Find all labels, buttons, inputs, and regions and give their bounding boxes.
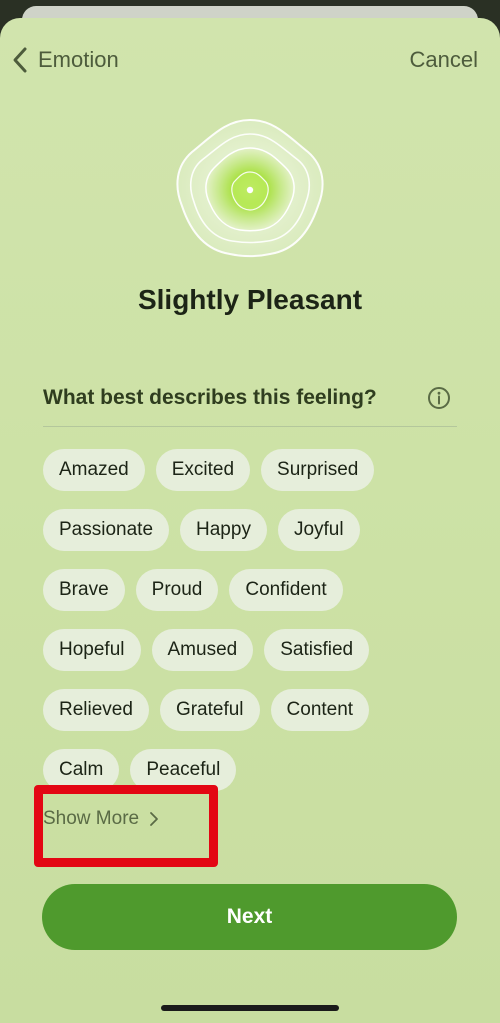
chip-calm[interactable]: Calm [43,749,120,791]
chip-content[interactable]: Content [270,689,370,731]
chevron-left-icon [13,47,27,73]
emotion-chip-group: Amazed Excited Surprised Passionate Happ… [43,449,463,809]
chip-amused[interactable]: Amused [151,629,254,671]
chip-satisfied[interactable]: Satisfied [264,629,370,671]
next-button[interactable]: Next [42,884,457,950]
chip-surprised[interactable]: Surprised [261,449,375,491]
emotion-sheet: Emotion Cancel Slightly Pleasant What be… [0,18,500,1023]
chip-grateful[interactable]: Grateful [159,689,260,731]
chip-row: Hopeful Amused Satisfied [43,629,463,671]
home-indicator [161,1005,339,1011]
chip-row: Passionate Happy Joyful [43,509,463,551]
navigation-bar: Emotion Cancel [0,40,500,80]
chip-confident[interactable]: Confident [229,569,343,611]
chip-row: Amazed Excited Surprised [43,449,463,491]
emotion-flower-icon [170,114,330,264]
question-text: What best describes this feeling? [43,386,377,409]
chip-row: Brave Proud Confident [43,569,463,611]
question-header: What best describes this feeling? [43,384,457,427]
chip-hopeful[interactable]: Hopeful [43,629,141,671]
chip-peaceful[interactable]: Peaceful [130,749,237,791]
show-more-label: Show More [43,808,140,829]
chip-relieved[interactable]: Relieved [43,689,149,731]
back-button-label: Emotion [38,47,119,72]
chevron-right-icon [150,812,159,826]
chip-joyful[interactable]: Joyful [277,509,360,551]
page-title: Slightly Pleasant [137,284,363,315]
cancel-button[interactable]: Cancel [410,40,478,80]
info-icon[interactable] [427,386,451,410]
chip-excited[interactable]: Excited [155,449,251,491]
chip-proud[interactable]: Proud [135,569,219,611]
chip-row: Relieved Grateful Content [43,689,463,731]
chip-amazed[interactable]: Amazed [43,449,145,491]
chip-brave[interactable]: Brave [43,569,125,611]
chip-happy[interactable]: Happy [180,509,267,551]
show-more-button[interactable]: Show More [43,804,161,834]
back-button[interactable]: Emotion [10,40,119,80]
chip-row: Calm Peaceful [43,749,463,791]
chip-passionate[interactable]: Passionate [43,509,170,551]
